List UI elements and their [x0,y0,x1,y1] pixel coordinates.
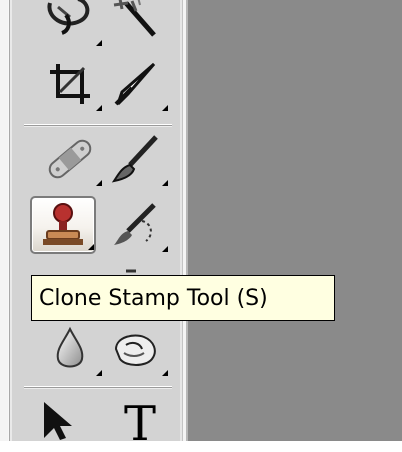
tool-group-indicator-icon [162,246,168,252]
tool-group-indicator-icon [96,105,102,111]
toolbar-separator [24,124,172,128]
toolbar-right-border [180,0,188,441]
slice-knife-icon [108,60,164,108]
crop-icon [46,60,94,108]
left-edge [0,0,8,441]
blur-tool[interactable] [38,320,102,378]
tool-group-indicator-icon [88,244,94,250]
arrow-cursor-icon [40,402,76,446]
tool-group-indicator-icon [96,370,102,376]
hand-pointer-icon [108,325,164,373]
bandage-icon [42,135,98,183]
tool-group-indicator-icon [162,180,168,186]
text-tool-icon: T [123,396,156,452]
tool-group-indicator-icon [96,40,102,46]
lasso-icon [42,0,98,43]
water-drop-icon [46,325,94,373]
magic-wand-icon [108,0,164,43]
lasso-tool[interactable] [38,0,102,48]
clone-stamp-icon [39,201,87,249]
type-tool[interactable]: T [118,396,162,452]
canvas-area[interactable] [188,0,402,441]
magic-wand-tool[interactable] [104,0,168,48]
tooltip-text: Clone Stamp Tool (S) [39,285,268,311]
history-brush-tool[interactable] [104,196,168,254]
toolbar-separator [24,386,172,390]
move-tool[interactable] [40,398,76,446]
history-brush-icon [108,201,164,249]
tool-group-indicator-icon [96,180,102,186]
paintbrush-icon [108,135,164,183]
slice-tool[interactable] [104,55,168,113]
crop-tool[interactable] [38,55,102,113]
tool-group-indicator-icon [162,105,168,111]
clone-stamp-tool[interactable] [30,196,96,254]
tool-tooltip: Clone Stamp Tool (S) [31,275,335,321]
brush-tool[interactable] [104,130,168,188]
tool-group-indicator-icon [162,370,168,376]
dodge-tool[interactable] [104,320,168,378]
healing-brush-tool[interactable] [38,130,102,188]
